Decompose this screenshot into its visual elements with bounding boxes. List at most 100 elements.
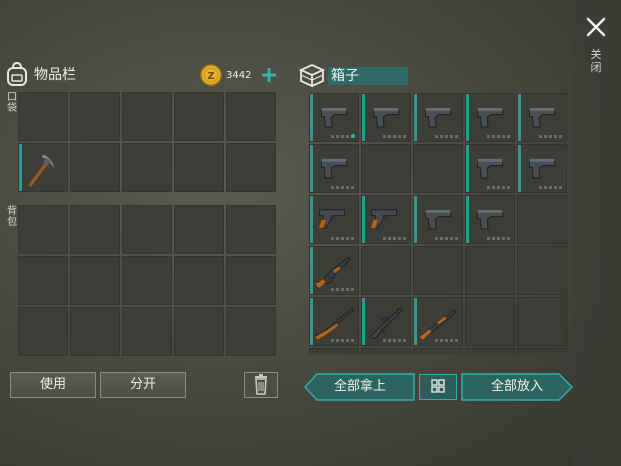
empty-slot[interactable] — [18, 307, 68, 356]
empty-slot[interactable] — [122, 143, 172, 192]
slot-pistol[interactable] — [517, 93, 567, 142]
durability-pips — [435, 135, 458, 138]
svg-text:Z: Z — [207, 71, 214, 82]
empty-slot[interactable] — [361, 246, 411, 295]
slot-pistol[interactable] — [413, 93, 463, 142]
shotgun-icon — [419, 309, 457, 340]
durability-pips — [331, 339, 354, 342]
empty-slot[interactable] — [361, 348, 411, 355]
empty-slot[interactable] — [465, 246, 515, 295]
slot-mauser-pistol[interactable] — [309, 195, 359, 244]
pistol-icon — [477, 107, 503, 128]
durability-pips — [383, 135, 406, 138]
put-all-button[interactable]: 全部放入 — [461, 373, 573, 401]
empty-slot[interactable] — [122, 205, 172, 254]
empty-slot[interactable] — [70, 92, 120, 141]
pistol-icon — [529, 107, 555, 128]
slot-pickaxe[interactable] — [18, 143, 68, 192]
box-title: 箱子 — [328, 67, 408, 85]
pistol-icon — [321, 158, 347, 179]
slot-ak-rifle[interactable] — [309, 246, 359, 295]
close-button[interactable] — [583, 14, 609, 40]
inventory-title: 物品栏 — [34, 67, 76, 83]
durability-pips — [487, 186, 510, 189]
durability-pips — [383, 237, 406, 240]
empty-slot[interactable] — [70, 307, 120, 356]
layout-toggle-button[interactable] — [419, 374, 457, 400]
empty-slot[interactable] — [174, 143, 224, 192]
slot-pistol[interactable] — [465, 144, 515, 193]
coin-display: Z 3442 — [200, 64, 277, 86]
discard-button[interactable] — [244, 372, 278, 398]
close-icon — [586, 17, 606, 37]
durability-pips — [487, 237, 510, 240]
empty-slot[interactable] — [226, 307, 276, 356]
durability-pips — [383, 339, 406, 342]
empty-slot[interactable] — [122, 307, 172, 356]
take-all-button[interactable]: 全部拿上 — [304, 373, 416, 401]
backpack-grid — [18, 205, 276, 356]
slot-pistol[interactable] — [361, 93, 411, 142]
empty-slot[interactable] — [413, 348, 463, 355]
empty-slot[interactable] — [517, 297, 567, 346]
durability-pips — [331, 186, 354, 189]
coin-amount: 3442 — [226, 69, 252, 81]
split-button[interactable]: 分开 — [100, 372, 186, 398]
empty-slot[interactable] — [361, 144, 411, 193]
slot-mauser-pistol[interactable] — [361, 195, 411, 244]
close-label: 关闭 — [590, 48, 602, 74]
empty-slot[interactable] — [465, 348, 515, 355]
empty-slot[interactable] — [517, 195, 567, 244]
empty-slot[interactable] — [413, 246, 463, 295]
slot-pistol[interactable] — [309, 144, 359, 193]
empty-slot[interactable] — [174, 92, 224, 141]
durability-pips — [487, 135, 510, 138]
empty-slot[interactable] — [70, 205, 120, 254]
pistol-icon — [425, 107, 451, 128]
empty-slot[interactable] — [174, 307, 224, 356]
empty-slot[interactable] — [226, 205, 276, 254]
empty-slot[interactable] — [122, 92, 172, 141]
empty-slot[interactable] — [309, 348, 359, 355]
slot-pistol[interactable] — [413, 195, 463, 244]
box-icon — [298, 64, 326, 88]
durability-pips — [435, 237, 458, 240]
slot-pistol[interactable] — [517, 144, 567, 193]
backpack-label: 背包 — [7, 206, 17, 228]
inventory-header: 物品栏 — [6, 62, 76, 86]
empty-slot[interactable] — [70, 143, 120, 192]
empty-slot[interactable] — [517, 348, 567, 355]
add-coins-icon[interactable] — [261, 67, 277, 83]
empty-slot[interactable] — [226, 92, 276, 141]
durability-pips — [331, 237, 354, 240]
slot-hunting-rifle[interactable] — [309, 297, 359, 346]
slot-pistol[interactable] — [309, 93, 359, 142]
empty-slot[interactable] — [517, 246, 567, 295]
empty-slot[interactable] — [413, 144, 463, 193]
mauser-pistol-icon — [318, 209, 346, 229]
empty-slot[interactable] — [174, 205, 224, 254]
pistol-icon — [477, 209, 503, 230]
slot-pistol[interactable] — [465, 93, 515, 142]
empty-slot[interactable] — [18, 205, 68, 254]
put-all-label: 全部放入 — [490, 379, 543, 394]
box-grid — [309, 93, 567, 355]
empty-slot[interactable] — [465, 297, 515, 346]
slot-shotgun[interactable] — [413, 297, 463, 346]
use-button[interactable]: 使用 — [10, 372, 96, 398]
backpack-icon — [7, 62, 27, 86]
empty-slot[interactable] — [226, 143, 276, 192]
pistol-icon — [477, 158, 503, 179]
empty-slot[interactable] — [70, 256, 120, 305]
grid-icon — [431, 379, 445, 393]
pistol-icon — [529, 158, 555, 179]
slot-pistol[interactable] — [465, 195, 515, 244]
empty-slot[interactable] — [226, 256, 276, 305]
empty-slot[interactable] — [18, 92, 68, 141]
pistol-icon — [425, 209, 451, 230]
slot-assault-rifle[interactable] — [361, 297, 411, 346]
empty-slot[interactable] — [18, 256, 68, 305]
trash-icon — [255, 374, 267, 395]
empty-slot[interactable] — [122, 256, 172, 305]
empty-slot[interactable] — [174, 256, 224, 305]
